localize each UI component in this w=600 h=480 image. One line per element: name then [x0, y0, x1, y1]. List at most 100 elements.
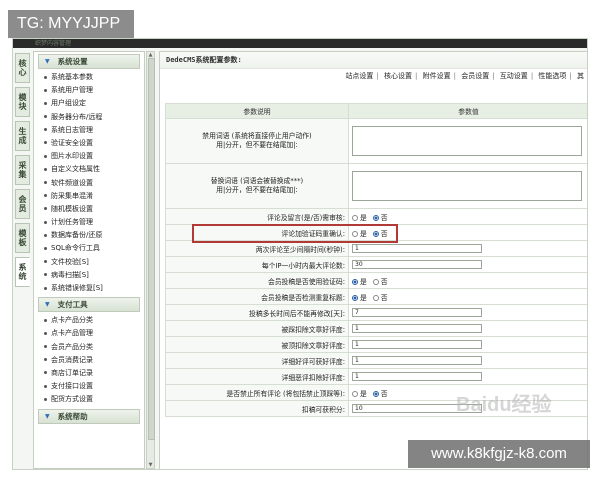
- edit-days-input[interactable]: 7: [352, 308, 482, 317]
- top-bar-text: 织梦内容管理: [35, 40, 72, 47]
- menu-item[interactable]: 病毒扫描[S]: [34, 269, 144, 282]
- menu-item[interactable]: 软件频道设置: [34, 177, 144, 190]
- bullet-icon: [44, 286, 47, 290]
- sidebar-scrollbar[interactable]: ▲ ▼: [146, 51, 155, 469]
- menu-item-label: 支付接口设置: [51, 382, 93, 391]
- vtab-system[interactable]: 系统: [15, 257, 30, 287]
- tab-separator: |: [492, 72, 495, 80]
- row-label: 被踩扣除文章好评度:: [165, 320, 349, 337]
- section-title: 系统帮助: [57, 411, 88, 421]
- menu-item[interactable]: 文件校验[S]: [34, 256, 144, 269]
- menu-item[interactable]: 验证安全设置: [34, 137, 144, 150]
- max-comments-input[interactable]: 30: [352, 260, 482, 269]
- section-system-settings[interactable]: ▼ 系统设置: [38, 54, 140, 69]
- scroll-down-icon[interactable]: ▼: [147, 462, 154, 468]
- row-label-line2: 用|分开，但不要在结尾加|:: [216, 186, 298, 194]
- menu-item[interactable]: 会员产品分类: [34, 341, 144, 354]
- vtab-member[interactable]: 会员: [15, 189, 30, 219]
- vtab-module[interactable]: 模块: [15, 87, 30, 117]
- radio-yes[interactable]: 是: [352, 278, 367, 286]
- menu-item[interactable]: 计划任务管理: [34, 216, 144, 229]
- tab-interaction-settings[interactable]: 互动设置: [500, 72, 528, 80]
- radio-label: 否: [380, 389, 388, 398]
- menu-item-label: 软件频道设置: [51, 178, 93, 187]
- menu-item[interactable]: 服务器分布/远程: [34, 111, 144, 124]
- bullet-icon: [44, 115, 47, 119]
- settings-tabs: 站点设置 | 核心设置 | 附件设置 | 会员设置 | 互动设置 | 性能选项 | 其: [160, 69, 587, 83]
- menu-item[interactable]: 商店订单记录: [34, 367, 144, 380]
- tab-performance-options[interactable]: 性能选项: [538, 72, 566, 80]
- bad-review-input[interactable]: 1: [352, 372, 482, 381]
- table-row: 被踩扣除文章好评度: 1: [165, 320, 587, 337]
- menu-item[interactable]: 点卡产品分类: [34, 314, 144, 327]
- menu-item[interactable]: 系统基本参数: [34, 71, 144, 84]
- bullet-icon: [44, 397, 47, 401]
- radio-no[interactable]: 否: [372, 214, 388, 222]
- menu-item[interactable]: 配货方式设置: [34, 393, 144, 406]
- row-label-line1: 禁用词语 (系统将直接停止用户动作): [202, 132, 312, 140]
- tab-separator: |: [530, 72, 534, 80]
- replace-words-textarea[interactable]: [352, 171, 582, 201]
- menu-item[interactable]: 防采集串混淆: [34, 190, 144, 203]
- menu-item[interactable]: 数据库备份/还原: [34, 229, 144, 242]
- row-label: 详细好评可获好评度:: [165, 352, 349, 369]
- tab-attachment-settings[interactable]: 附件设置: [423, 72, 451, 80]
- menu-item[interactable]: 会员消费记录: [34, 354, 144, 367]
- tab-separator: |: [453, 72, 456, 80]
- bullet-icon: [44, 273, 47, 277]
- menu-item-label: 验证安全设置: [51, 138, 93, 147]
- radio-no[interactable]: 否: [372, 389, 388, 398]
- table-row: 会员投稿是否使用验证码: 是 否: [165, 272, 587, 289]
- menu-item[interactable]: 随机模板设置: [34, 203, 144, 216]
- radio-no[interactable]: 否: [372, 277, 388, 286]
- table-row: 投稿多长时间后不能再修改[天]: 7: [165, 304, 587, 321]
- section-payment-tools[interactable]: ▼ 支付工具: [38, 297, 140, 313]
- bullet-icon: [44, 154, 47, 158]
- row-label: 每个IP一小时内最大评论数:: [165, 256, 349, 273]
- menu-item-label: 图片水印设置: [51, 152, 93, 161]
- tab-member-settings[interactable]: 会员设置: [461, 72, 489, 80]
- section-title: 系统设置: [57, 57, 88, 66]
- section-system-help[interactable]: ▼ 系统帮助: [38, 408, 140, 424]
- menu-item[interactable]: 系统日志管理: [34, 124, 144, 137]
- vtab-generate[interactable]: 生成: [15, 121, 30, 151]
- radio-yes[interactable]: 是: [352, 214, 367, 222]
- menu-item[interactable]: 自定义文档属性: [34, 163, 144, 176]
- menu-item[interactable]: 系统用户管理: [34, 84, 144, 97]
- section-title: 支付工具: [57, 300, 88, 310]
- tab-site-settings[interactable]: 站点设置: [345, 72, 373, 80]
- bullet-icon: [44, 358, 47, 362]
- good-review-input[interactable]: 1: [352, 356, 482, 365]
- table-row: 替换词语 (词语会被替换成***) 用|分开，但不要在结尾加|:: [165, 163, 587, 209]
- radio-checked-icon: [372, 390, 379, 397]
- radio-yes[interactable]: 是: [352, 294, 367, 302]
- menu-item[interactable]: 用户组设定: [34, 97, 144, 110]
- radio-label: 否: [380, 277, 388, 286]
- banned-words-textarea[interactable]: [352, 126, 582, 156]
- upvote-deduct-input[interactable]: 1: [352, 340, 482, 349]
- tab-core-settings[interactable]: 核心设置: [384, 72, 412, 80]
- menu-item[interactable]: SQL命令行工具: [34, 242, 144, 255]
- vtab-collect[interactable]: 采集: [15, 155, 30, 185]
- bullet-icon: [44, 371, 47, 375]
- menu-item[interactable]: 图片水印设置: [34, 150, 144, 163]
- radio-yes[interactable]: 是: [352, 390, 367, 398]
- radio-no[interactable]: 否: [372, 294, 388, 302]
- menu-item[interactable]: 点卡产品管理: [34, 327, 144, 340]
- radio-label: 是: [360, 213, 367, 222]
- comment-interval-input[interactable]: 1: [352, 244, 482, 253]
- bullet-icon: [44, 128, 47, 132]
- vtab-core[interactable]: 核心: [15, 53, 30, 83]
- row-value: 1: [348, 336, 587, 353]
- bullet-icon: [44, 220, 47, 224]
- menu-item-label: SQL命令行工具: [51, 244, 100, 253]
- scrollbar-thumb[interactable]: [148, 58, 155, 440]
- downvote-deduct-input[interactable]: 1: [352, 324, 482, 333]
- row-label: 会员投稿是否使用验证码:: [165, 272, 349, 289]
- menu-item-label: 会员消费记录: [51, 355, 93, 364]
- menu-item[interactable]: 支付接口设置: [34, 380, 144, 393]
- vtab-template[interactable]: 模板: [15, 223, 30, 253]
- menu-item[interactable]: 系统错误修复[S]: [34, 282, 144, 295]
- tab-other[interactable]: 其: [577, 72, 584, 80]
- row-label-line2: 用|分开，但不要在结尾加|:: [216, 141, 298, 149]
